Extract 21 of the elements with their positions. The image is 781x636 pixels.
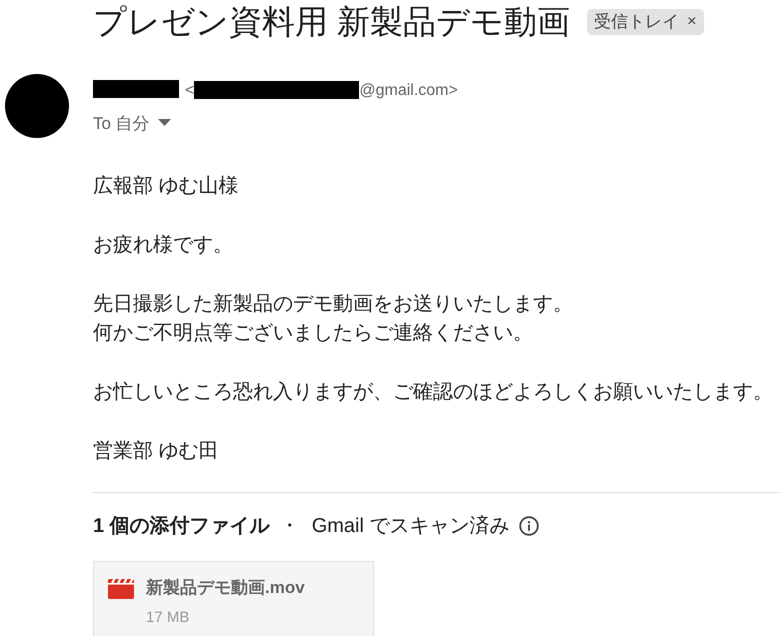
- file-name: 新製品デモ動画.mov: [146, 577, 305, 599]
- attachment-count: 1 個の添付ファイル: [93, 514, 270, 538]
- scan-note: Gmail でスキャン済み: [312, 514, 510, 538]
- info-icon: [519, 516, 540, 536]
- caret-icon: [158, 119, 171, 126]
- body-text: 何かご不明点等ございましたらご連絡ください。: [93, 321, 534, 346]
- body-text: 先日撮影した新製品のデモ動画をお送りいたします。: [93, 292, 574, 317]
- body-text: お疲れ様です。: [93, 233, 234, 258]
- body-text: お忙しいところ恐れ入りますが、ご確認のほどよろしくお願いいたします。: [93, 380, 774, 405]
- file-size: 17 MB: [146, 608, 190, 628]
- label-text: 受信トレイ: [594, 11, 680, 33]
- email-subject: プレゼン資料用 新製品デモ動画: [93, 2, 570, 42]
- address-bracket: <: [185, 82, 194, 99]
- sender-address: @gmail.com>: [359, 82, 458, 99]
- attachment-card[interactable]: 新製品デモ動画.mov 17 MB: [93, 561, 374, 636]
- separator-dot: ・: [280, 514, 300, 538]
- body-text: 広報部 ゆむ山様: [93, 174, 240, 199]
- remove-label-button[interactable]: ×: [687, 9, 697, 35]
- clapperboard-icon: [108, 579, 134, 599]
- body-text: 営業部 ゆむ田: [93, 439, 220, 464]
- recipient-dropdown[interactable]: To 自分: [93, 114, 171, 134]
